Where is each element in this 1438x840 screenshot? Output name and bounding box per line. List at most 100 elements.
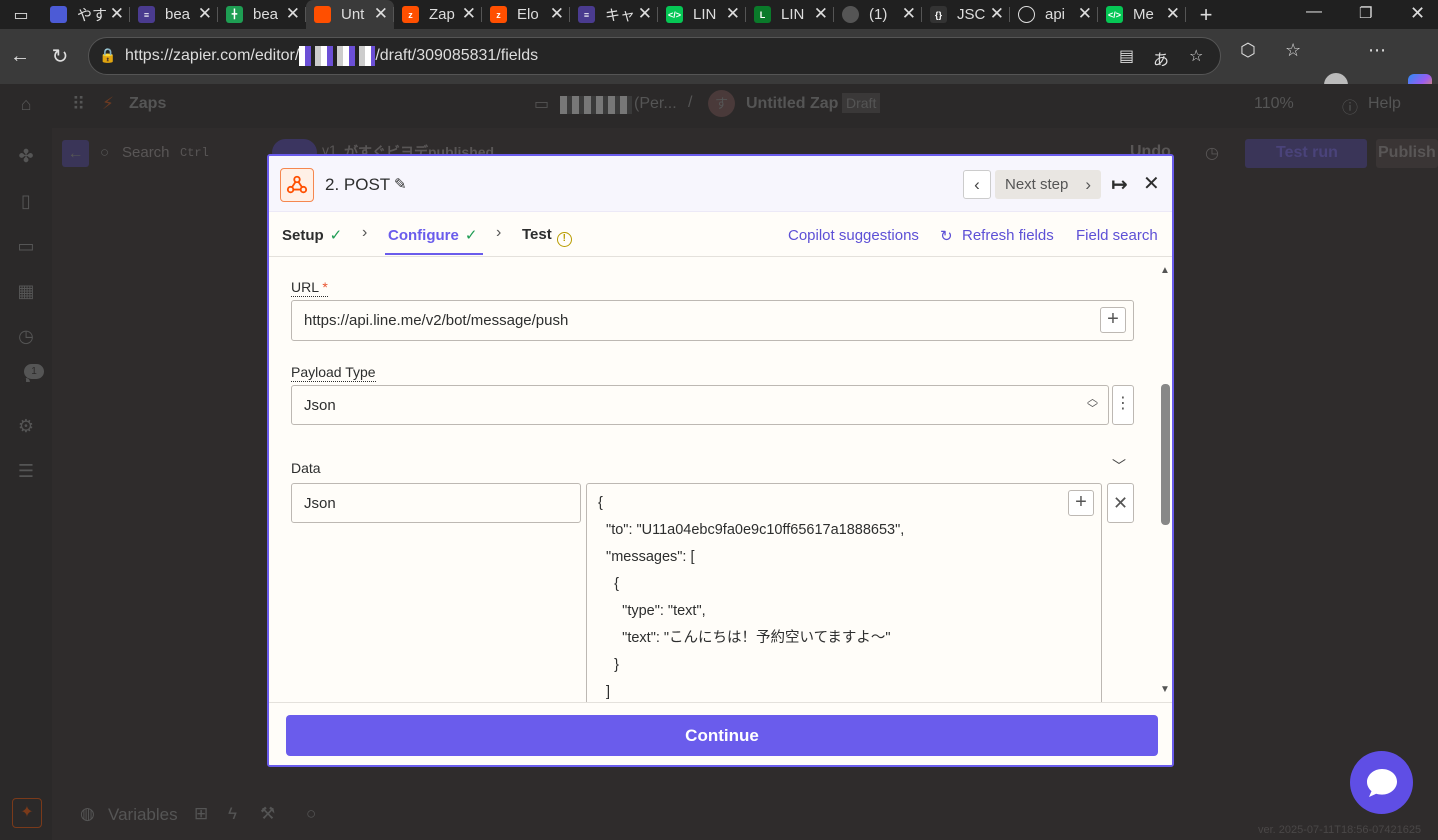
browser-tab[interactable]: api ✕ — [1010, 0, 1098, 29]
scroll-up-icon[interactable]: ▲ — [1160, 265, 1170, 276]
chevron-down-icon[interactable]: ﹀ — [1112, 456, 1126, 476]
more-menu-icon[interactable]: ⋯ — [1368, 40, 1386, 61]
close-tab-icon[interactable]: ✕ — [814, 4, 828, 24]
scrollbar-thumb[interactable] — [1161, 384, 1170, 525]
wrench-icon[interactable]: ⚒ — [260, 804, 275, 824]
close-tab-icon[interactable]: ✕ — [902, 4, 916, 24]
tab-configure[interactable]: Configure ✓ — [388, 226, 477, 244]
favorite-star-icon[interactable]: ☆ — [1189, 46, 1203, 66]
refresh-icon[interactable]: ↻ — [940, 227, 953, 245]
tab-title: Unt — [341, 6, 365, 23]
tab-actions-icon[interactable]: ▭ — [0, 0, 42, 29]
settings-icon[interactable]: ⚙ — [15, 416, 37, 438]
browser-tab[interactable]: z Elo ✕ — [482, 0, 570, 29]
warning-icon: ! — [556, 232, 572, 247]
browser-tab[interactable]: </> Me ✕ — [1098, 0, 1186, 29]
more-options-icon[interactable]: ⋮ — [1112, 385, 1134, 425]
chat-icon[interactable]: ▭ — [15, 236, 37, 258]
close-tab-icon[interactable]: ✕ — [726, 4, 740, 24]
close-tab-icon[interactable]: ✕ — [374, 4, 388, 24]
chat-bubble-icon[interactable]: ○ — [306, 804, 316, 824]
archive-icon[interactable]: ☰ — [15, 461, 37, 483]
tab-favicon — [842, 6, 859, 23]
variables-button[interactable]: Variables — [108, 805, 178, 825]
browser-tab[interactable]: </> LIN ✕ — [658, 0, 746, 29]
history-button-icon[interactable]: ◷ — [1205, 143, 1219, 163]
close-tab-icon[interactable]: ✕ — [462, 4, 476, 24]
browser-tab[interactable]: やす ✕ — [42, 0, 130, 29]
tab-title: bea — [165, 6, 191, 23]
remove-row-icon[interactable]: ✕ — [1107, 483, 1134, 523]
close-icon[interactable]: ✕ — [1143, 171, 1160, 196]
url-label-text: URL — [291, 279, 319, 295]
tab-favicon: </> — [666, 6, 683, 23]
expand-panel-icon[interactable]: ↦ — [1111, 172, 1128, 197]
history-icon[interactable]: ◷ — [15, 326, 37, 348]
close-tab-icon[interactable]: ✕ — [1078, 4, 1092, 24]
tab-setup[interactable]: Setup ✓ — [282, 226, 342, 244]
close-tab-icon[interactable]: ✕ — [990, 4, 1004, 24]
back-arrow-icon[interactable]: ← — [62, 140, 89, 167]
payload-type-select[interactable]: Json ︿ ﹀ — [291, 385, 1109, 425]
url-field[interactable]: 🔒 https://zapier.com/editor/ /draft/30908… — [88, 37, 1221, 75]
translate-icon[interactable]: あ — [1153, 46, 1169, 70]
scroll-down-icon[interactable]: ▼ — [1160, 684, 1170, 695]
file-icon[interactable]: ▯ — [15, 191, 37, 213]
previous-step-button[interactable]: ‹ — [963, 170, 991, 199]
browser-tab[interactable]: z Zap ✕ — [394, 0, 482, 29]
url-input[interactable]: https://api.line.me/v2/bot/message/push — [291, 300, 1134, 341]
support-chat-button[interactable] — [1350, 751, 1413, 814]
bolt-icon[interactable]: ϟ — [228, 804, 237, 824]
favorites-icon[interactable]: ☆ — [1285, 40, 1301, 61]
next-step-button[interactable]: Next step › — [995, 170, 1101, 199]
close-tab-icon[interactable]: ✕ — [1166, 4, 1180, 24]
test-run-label: Test run — [1276, 144, 1338, 161]
close-tab-icon[interactable]: ✕ — [550, 4, 564, 24]
tab-favicon: L — [754, 6, 771, 23]
new-tab-button[interactable]: + — [1186, 2, 1226, 28]
continue-button[interactable]: Continue — [286, 715, 1158, 756]
search-label[interactable]: Search — [122, 144, 170, 161]
reload-icon[interactable]: ↻ — [40, 44, 80, 69]
browser-tab-active[interactable]: Unt ✕ — [306, 0, 394, 29]
app-grid-icon[interactable]: ⠿ — [72, 94, 85, 115]
insert-data-button[interactable]: + — [1100, 307, 1126, 333]
edit-title-icon[interactable]: ✎ — [394, 175, 407, 193]
insert-data-button[interactable]: + — [1068, 490, 1094, 516]
close-tab-icon[interactable]: ✕ — [198, 4, 212, 24]
minimize-icon[interactable]: — — [1306, 3, 1322, 21]
tab-test[interactable]: Test! — [522, 226, 572, 247]
tab-favicon: z — [490, 6, 507, 23]
copilot-suggestions-link[interactable]: Copilot suggestions — [788, 227, 919, 244]
data-key-input[interactable]: Json — [291, 483, 581, 523]
home-icon[interactable]: ⌂ — [15, 94, 37, 116]
back-icon[interactable]: ← — [0, 45, 40, 68]
add-step-icon[interactable]: ⊞ — [194, 804, 208, 824]
browser-tab[interactable]: {} JSC ✕ — [922, 0, 1010, 29]
chevron-right-icon: › — [362, 224, 368, 241]
close-tab-icon[interactable]: ✕ — [110, 4, 124, 24]
window-close-icon[interactable]: ✕ — [1410, 3, 1425, 24]
clipboard-icon[interactable]: ▤ — [1119, 46, 1134, 66]
close-tab-icon[interactable]: ✕ — [638, 4, 652, 24]
browser-tab[interactable]: L LIN ✕ — [746, 0, 834, 29]
calendar-icon[interactable]: ▦ — [15, 281, 37, 303]
zoom-level[interactable]: 110% — [1254, 95, 1294, 113]
zap-name[interactable]: Untitled Zap — [746, 95, 838, 113]
apps-icon[interactable]: ✤ — [15, 146, 37, 168]
data-value-textarea[interactable]: { "to": "U11a04ebc9fa0e9c10ff65617a18886… — [586, 483, 1102, 702]
zaps-link[interactable]: Zaps — [129, 95, 166, 113]
browser-tab[interactable]: ≡ キャ ✕ — [570, 0, 658, 29]
step-tabs: Setup ✓ › Configure ✓ › Test! Copilot sugg… — [269, 212, 1172, 257]
restore-icon[interactable]: ❐ — [1359, 4, 1372, 22]
help-link[interactable]: Help — [1368, 95, 1401, 113]
refresh-fields-link[interactable]: Refresh fields — [962, 227, 1054, 244]
browser-tab[interactable]: ╋ bea ✕ — [218, 0, 306, 29]
extensions-icon[interactable]: ⬡ — [1240, 40, 1256, 61]
browser-tab[interactable]: (1) ✕ — [834, 0, 922, 29]
ai-spark-icon[interactable]: ✦ — [12, 798, 42, 828]
browser-tab[interactable]: ≡ bea ✕ — [130, 0, 218, 29]
close-tab-icon[interactable]: ✕ — [286, 4, 300, 24]
folder-label[interactable]: (Per... — [634, 95, 677, 113]
field-search-link[interactable]: Field search — [1076, 227, 1158, 244]
